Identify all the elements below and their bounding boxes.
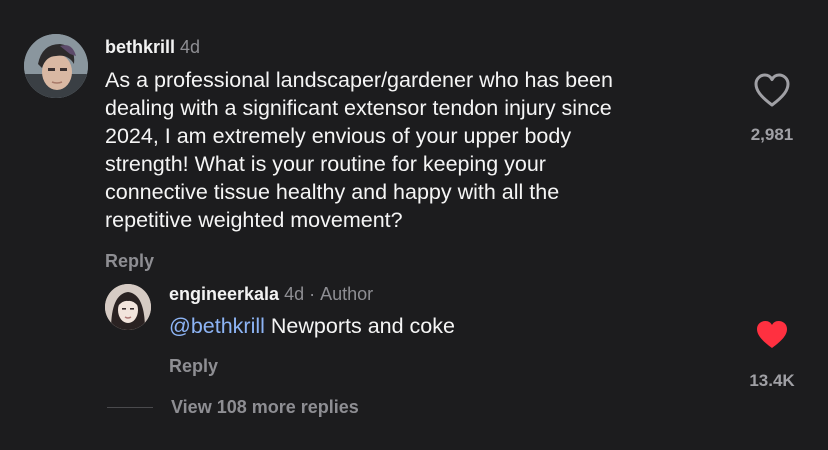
- avatar-image: [24, 34, 88, 98]
- comment-reply-button[interactable]: Reply: [105, 251, 154, 272]
- reply-separator: ·: [309, 284, 316, 304]
- avatar-engineerkala[interactable]: [105, 284, 151, 330]
- comment-line: 2024, I am extremely envious of your upp…: [105, 124, 572, 148]
- comment-line: dealing with a significant extensor tend…: [105, 96, 612, 120]
- heart-outline-icon: [754, 73, 790, 107]
- reply-time: 4d: [284, 284, 305, 304]
- reply-username[interactable]: engineerkala: [169, 284, 279, 304]
- reply-text: Newports and coke: [270, 314, 455, 338]
- comment-body: As a professional landscaper/gardener wh…: [105, 66, 745, 234]
- reply-like-count: 13.4K: [749, 371, 795, 390]
- mention-link[interactable]: @bethkrill: [169, 314, 265, 338]
- author-badge: Author: [320, 284, 374, 304]
- comment-header: bethkrill 4d: [105, 37, 200, 58]
- reply-header: engineerkala 4d · Author: [169, 284, 373, 305]
- reply-body: @bethkrill Newports and coke: [169, 312, 689, 340]
- replies-divider: [107, 407, 153, 408]
- reply-like-button[interactable]: [754, 318, 790, 350]
- comment-time: 4d: [180, 37, 201, 57]
- heart-filled-icon: [757, 321, 787, 348]
- reply-reply-button[interactable]: Reply: [169, 356, 218, 377]
- comment-line: strength! What is your routine for keepi…: [105, 152, 546, 176]
- comment-like-count: 2,981: [750, 125, 794, 144]
- avatar-image: [105, 284, 151, 330]
- comment-line: connective tissue healthy and happy with…: [105, 180, 560, 204]
- comment-line: As a professional landscaper/gardener wh…: [105, 68, 613, 92]
- comment-username[interactable]: bethkrill: [105, 37, 175, 57]
- comment-like-button[interactable]: [752, 72, 792, 108]
- comment-line: repetitive weighted movement?: [105, 208, 403, 232]
- avatar-bethkrill[interactable]: [24, 34, 88, 98]
- view-more-replies-button[interactable]: View 108 more replies: [171, 397, 359, 418]
